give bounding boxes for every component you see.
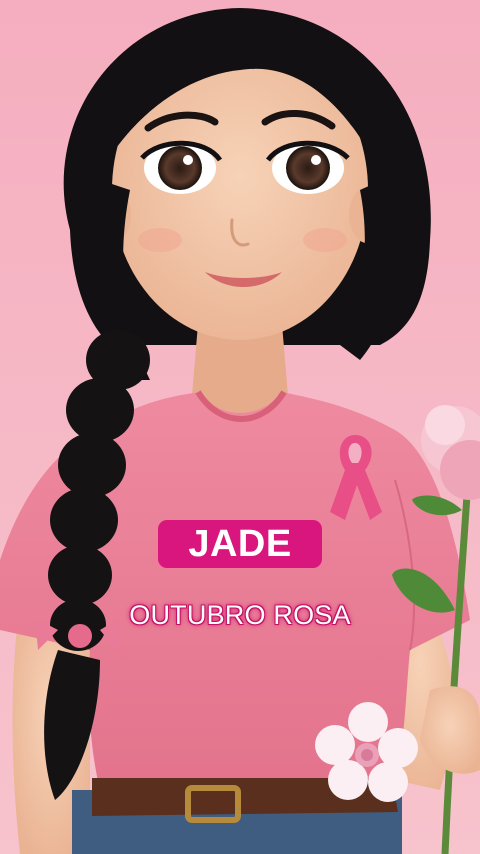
- name-label: JADE: [188, 522, 292, 565]
- name-badge: JADE: [158, 520, 322, 568]
- character-illustration: [0, 0, 480, 854]
- illustration-frame: JADE OUTUBRO ROSA: [0, 0, 480, 854]
- campaign-caption: OUTUBRO ROSA: [129, 600, 351, 630]
